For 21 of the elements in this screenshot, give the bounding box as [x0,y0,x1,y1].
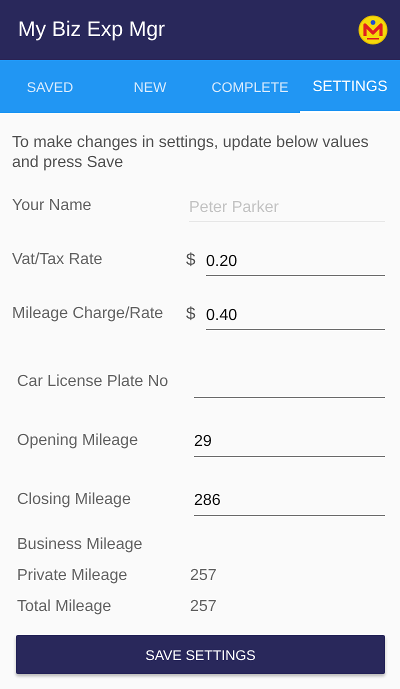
input-field[interactable]: 0.40 [206,302,385,330]
app-title: My Biz Exp Mgr [18,18,166,42]
field-label: Your Name [12,197,92,215]
mileage-value: 257 [190,598,217,616]
currency-symbol: $ [186,250,196,270]
field-label: Opening Mileage [17,432,139,450]
field-label: Car License Plate No [17,372,170,390]
instruction-text: To make changes in settings, update below values and press Save [12,133,370,173]
input-field[interactable]: 29 [194,428,385,456]
logo-icon [358,15,388,45]
mileage-value: 257 [190,566,217,584]
field-label: Mileage Charge/Rate [12,305,164,323]
field-label: Business Mileage [17,536,144,554]
save-settings-button[interactable]: SAVE SETTINGS [16,635,385,674]
field-label: Vat/Tax Rate [12,251,104,269]
currency-symbol: $ [186,304,196,324]
input-field[interactable]: 0.20 [206,248,385,276]
field-label: Private Mileage [17,566,128,584]
field-label: Total Mileage [17,598,112,616]
input-field[interactable]: 286 [194,488,385,516]
field-label: Closing Mileage [17,490,132,508]
